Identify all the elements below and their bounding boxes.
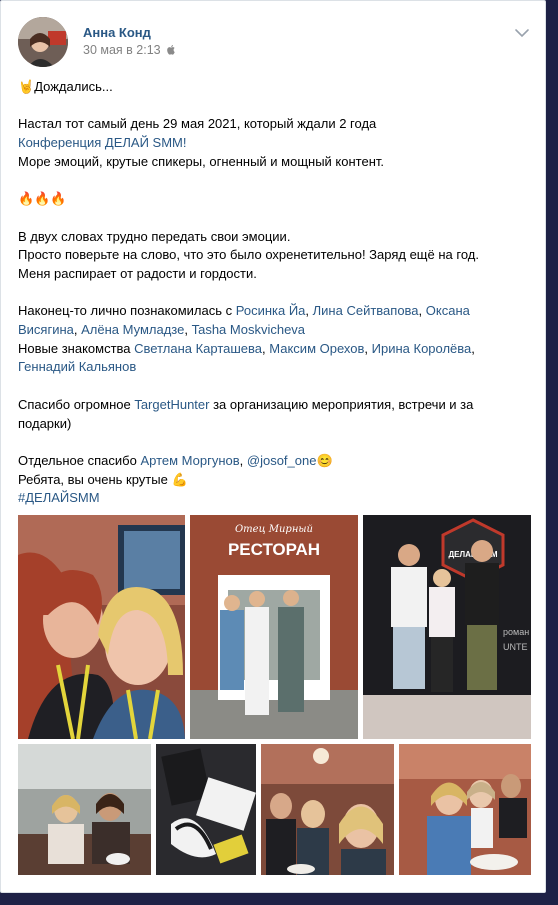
post-photo[interactable]: Отец Мирный РЕСТОРАН (190, 515, 358, 739)
text-line: Море эмоций, крутые спикеры, огненный и … (18, 153, 385, 169)
post-photo[interactable]: ДЕЛАЙ SMM роман UNTE (363, 515, 531, 739)
mention-link[interactable]: Лина Сейтвапова (313, 303, 419, 318)
mention-link[interactable]: Максим Орехов (269, 341, 364, 356)
text-line: Наконец-то лично познакомилась с (18, 303, 236, 319)
mention-link[interactable]: Ирина Королёва (372, 341, 472, 356)
text-line: Отдельное спасибо (18, 452, 141, 468)
date-text: 30 мая в 2:13 (83, 43, 161, 57)
apple-icon (167, 45, 175, 55)
post-photo[interactable] (18, 515, 185, 739)
muscle-emoji: 💪 (171, 471, 188, 487)
post-photo[interactable] (18, 744, 151, 875)
mention-link[interactable]: Светлана Карташева (134, 341, 262, 356)
wall-text: роман (503, 627, 529, 637)
text-line: Ребята, вы очень крутые (18, 471, 172, 487)
mention-link[interactable]: Алёна Мумладзе (81, 322, 184, 337)
targethunter-link[interactable]: TargetHunter (134, 397, 209, 412)
rock-emoji: 🤘 (18, 79, 35, 94)
post-date[interactable]: 30 мая в 2:13 (83, 43, 176, 57)
conference-link[interactable]: Конференция ДЕЛАЙ SMM! (18, 135, 186, 150)
text-line: В двух словах трудно передать свои эмоци… (18, 228, 291, 244)
hashtag-link[interactable]: #ДЕЛАЙSMM (18, 490, 100, 505)
post-photo[interactable] (156, 744, 256, 875)
mention-link[interactable]: Артем Моргунов (140, 453, 239, 468)
post-card: Анна Конд 30 мая в 2:13 🤘Дождались... На… (0, 0, 546, 893)
chevron-down-icon[interactable] (514, 28, 530, 38)
restaurant-sign: РЕСТОРАН (228, 540, 320, 559)
avatar[interactable] (18, 17, 68, 67)
post-photo[interactable] (399, 744, 531, 875)
sign-top-text: Отец Мирный (235, 524, 313, 535)
text-line: Настал тот самый день 29 мая 2021, котор… (18, 116, 377, 132)
mention-link[interactable]: Геннадий Кальянов (18, 359, 136, 374)
author-name[interactable]: Анна Конд (83, 25, 151, 40)
text-line: Просто поверьте на слово, что это было о… (18, 247, 479, 263)
text-line: Спасибо огромное (18, 396, 135, 412)
text-line: Дождались... (34, 79, 113, 94)
wall-text: UNTE (503, 642, 528, 652)
fire-emoji: 🔥🔥🔥 (18, 191, 67, 207)
mention-link[interactable]: @josof_one (247, 453, 317, 468)
text-line: Меня распирает от радости и гордости. (18, 265, 257, 281)
text-line: Новые знакомства (18, 340, 135, 356)
post-text: 🤘Дождались... Настал тот самый день 29 м… (18, 78, 528, 508)
smile-emoji: 😊 (316, 452, 333, 468)
mention-link[interactable]: Росинка Йа (236, 303, 306, 318)
post-photo[interactable] (261, 744, 394, 875)
mention-link[interactable]: Tasha Moskvicheva (192, 322, 305, 337)
